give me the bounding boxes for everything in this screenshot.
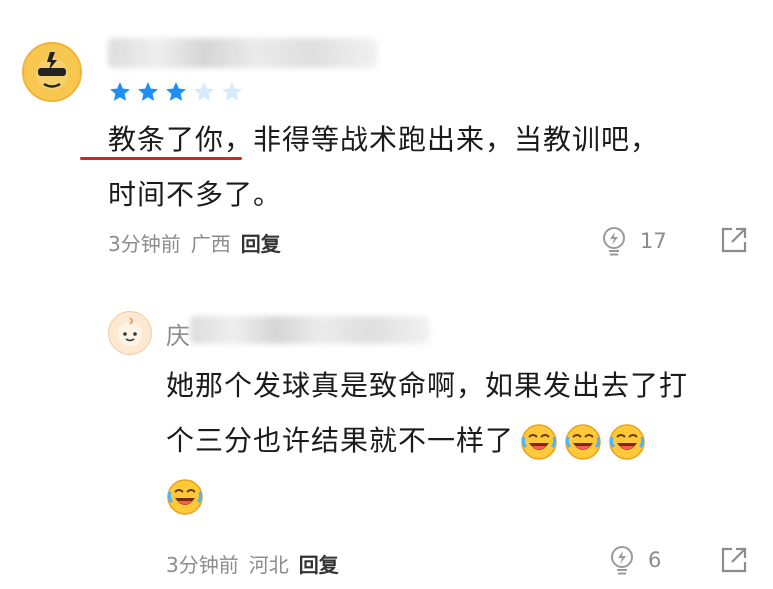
username-blurred[interactable] (108, 38, 378, 68)
comment-text-line2: 时间不多了。 (108, 178, 283, 211)
like-button[interactable]: 6 (606, 544, 661, 576)
reply-text-line2: 个三分也许结果就不一样了 (166, 424, 515, 457)
star-empty-icon (220, 80, 244, 104)
star-empty-icon (192, 80, 216, 104)
reply-button[interactable]: 回复 (241, 228, 281, 257)
laughing-crying-emoji (520, 423, 558, 461)
like-button[interactable]: 17 (598, 225, 667, 257)
avatar[interactable] (22, 42, 82, 102)
lightbulb-icon (598, 225, 630, 257)
reply-text: 她那个发球真是致命啊，如果发出去了打 个三分也许结果就不一样了 (166, 358, 756, 523)
lightbulb-icon (606, 544, 638, 576)
rating-stars (108, 80, 244, 104)
laughing-crying-emoji (608, 423, 646, 461)
share-button[interactable] (720, 226, 748, 254)
star-filled-icon (108, 80, 132, 104)
laughing-crying-emoji (564, 423, 602, 461)
star-filled-icon (164, 80, 188, 104)
comment-location: 广西 (190, 232, 231, 256)
username-visible-part[interactable]: 庆 (166, 316, 190, 351)
like-count: 6 (648, 548, 662, 572)
comment-text-rest: ，非得等战术跑出来，当教训吧， (224, 123, 660, 156)
username-blurred[interactable] (190, 316, 430, 344)
share-icon (720, 546, 748, 574)
reply-text-line1: 她那个发球真是致命啊，如果发出去了打 (166, 369, 689, 402)
comment-text: 教条了你，非得等战术跑出来，当教训吧， 时间不多了。 (108, 112, 758, 222)
highlighted-text: 教条了你 (108, 123, 225, 156)
comment-time: 3分钟前 (108, 232, 181, 256)
reply-time: 3分钟前 (166, 553, 239, 577)
share-button[interactable] (720, 546, 748, 574)
reply-meta: 3分钟前 河北 回复 (166, 549, 339, 578)
highlight-underline (80, 157, 242, 160)
star-filled-icon (136, 80, 160, 104)
reply-button[interactable]: 回复 (299, 549, 339, 578)
reply-location: 河北 (248, 553, 289, 577)
comment-meta: 3分钟前 广西 回复 (108, 228, 281, 257)
share-icon (720, 226, 748, 254)
like-count: 17 (640, 229, 667, 253)
avatar[interactable] (108, 311, 152, 355)
laughing-crying-emoji (166, 478, 204, 516)
